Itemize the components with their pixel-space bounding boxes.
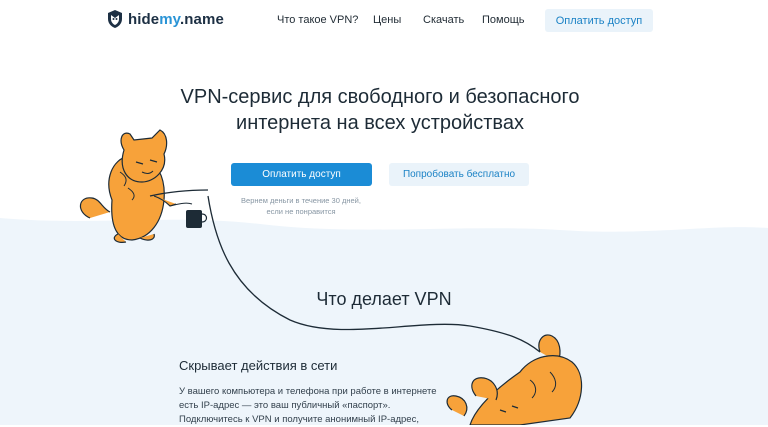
feature-description: У вашего компьютера и телефона при работ… <box>179 385 449 427</box>
feature-text-line: есть IP-адрес — это ваш публичный «паспо… <box>179 400 391 411</box>
hero-illustration <box>79 129 583 425</box>
feature-title: Скрывает действия в сети <box>179 358 338 373</box>
network-cable <box>207 195 541 353</box>
feature-text-line: У вашего компьютера и телефона при работ… <box>179 386 437 397</box>
cat-illustration-left <box>79 129 209 243</box>
cat-illustration-right <box>446 334 583 425</box>
section-title: Что делает VPN <box>316 289 452 309</box>
mug-icon <box>186 210 202 228</box>
